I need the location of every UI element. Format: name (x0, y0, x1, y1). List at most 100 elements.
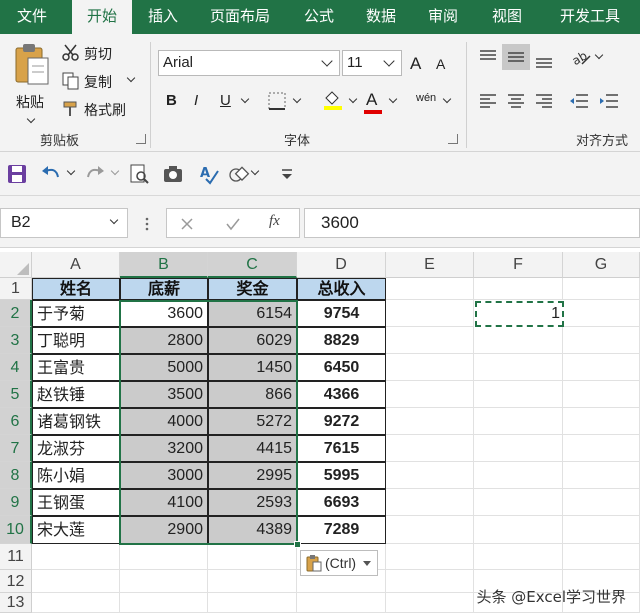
cell[interactable] (563, 435, 640, 462)
tab-insert[interactable]: 插入 (138, 0, 188, 34)
tab-file[interactable]: 文件 (0, 0, 64, 34)
column-header[interactable]: F (474, 252, 563, 278)
row-header[interactable]: 3 (0, 327, 32, 354)
table-header-cell[interactable]: 姓名 (32, 278, 120, 300)
formula-input[interactable]: 3600 (304, 208, 640, 238)
value-cell[interactable]: 1450 (208, 354, 297, 381)
row-header[interactable]: 2 (0, 300, 32, 327)
chevron-down-icon[interactable] (594, 50, 604, 60)
align-right-icon[interactable] (534, 92, 554, 110)
cell[interactable] (474, 354, 563, 381)
cell[interactable] (386, 489, 474, 516)
cell[interactable] (120, 570, 208, 593)
tab-data[interactable]: 数据 (356, 0, 406, 34)
value-cell[interactable]: 2995 (208, 462, 297, 489)
decrease-indent-icon[interactable] (568, 92, 590, 110)
worksheet-grid[interactable]: A B C D E F G 1 2 3 4 5 6 7 8 9 10 11 12 13 姓名 底薪 奖金 总收入… (0, 252, 640, 613)
insert-function-button[interactable]: fx (269, 213, 280, 230)
cell[interactable] (563, 327, 640, 354)
value-cell[interactable]: 3000 (120, 462, 208, 489)
name-cell[interactable]: 丁聪明 (32, 327, 120, 354)
copy-button[interactable]: 复制 (62, 70, 142, 92)
total-cell[interactable]: 8829 (297, 327, 386, 354)
border-icon[interactable] (268, 92, 286, 110)
cell[interactable] (32, 593, 120, 613)
customize-toolbar-icon[interactable] (280, 162, 294, 186)
decrease-font-button[interactable]: A (436, 56, 445, 72)
row-header[interactable]: 6 (0, 408, 32, 435)
value-cell[interactable]: 6154 (208, 300, 297, 327)
cell[interactable] (474, 462, 563, 489)
cell[interactable] (563, 462, 640, 489)
cell[interactable] (386, 300, 474, 327)
name-cell[interactable]: 王钢蛋 (32, 489, 120, 516)
cell[interactable] (386, 327, 474, 354)
total-cell[interactable]: 7615 (297, 435, 386, 462)
cell[interactable] (563, 354, 640, 381)
column-header[interactable]: A (32, 252, 120, 278)
align-center-icon[interactable] (506, 92, 526, 110)
increase-font-button[interactable]: A (410, 54, 421, 74)
name-cell[interactable]: 赵铁锤 (32, 381, 120, 408)
value-cell[interactable]: 6029 (208, 327, 297, 354)
cell[interactable] (563, 278, 640, 300)
chevron-down-icon[interactable] (348, 94, 358, 104)
name-cell[interactable]: 陈小娟 (32, 462, 120, 489)
row-header[interactable]: 13 (0, 593, 32, 613)
row-header[interactable]: 1 (0, 278, 32, 300)
value-cell[interactable]: 4415 (208, 435, 297, 462)
font-color-button[interactable]: A (366, 90, 377, 110)
name-cell[interactable]: 诸葛钢铁 (32, 408, 120, 435)
dialog-launcher-icon[interactable] (448, 134, 458, 144)
orientation-icon[interactable]: ab (570, 48, 592, 68)
cell[interactable] (474, 327, 563, 354)
table-header-cell[interactable]: 总收入 (297, 278, 386, 300)
cell[interactable] (563, 408, 640, 435)
cell[interactable] (474, 408, 563, 435)
total-cell[interactable]: 7289 (297, 516, 386, 544)
total-cell[interactable]: 9272 (297, 408, 386, 435)
row-header[interactable]: 10 (0, 516, 32, 544)
cell[interactable] (474, 278, 563, 300)
tab-formulas[interactable]: 公式 (294, 0, 344, 34)
cell[interactable] (386, 408, 474, 435)
value-cell[interactable]: 866 (208, 381, 297, 408)
cell[interactable] (386, 544, 474, 570)
cell[interactable] (386, 278, 474, 300)
cut-button[interactable]: 剪切 (62, 42, 132, 64)
row-header[interactable]: 4 (0, 354, 32, 381)
cell[interactable] (563, 544, 640, 570)
name-cell[interactable]: 王富贵 (32, 354, 120, 381)
cell[interactable] (386, 435, 474, 462)
cell[interactable] (474, 435, 563, 462)
fill-handle[interactable] (294, 541, 301, 548)
select-all-corner[interactable] (0, 252, 32, 278)
cancel-icon[interactable] (179, 216, 195, 232)
font-size-select[interactable]: 11 (342, 50, 402, 76)
align-top-icon[interactable] (478, 48, 498, 66)
total-cell[interactable]: 4366 (297, 381, 386, 408)
value-cell[interactable]: 3600 (120, 300, 208, 327)
chevron-down-icon[interactable] (110, 166, 120, 176)
column-header[interactable]: D (297, 252, 386, 278)
chevron-down-icon[interactable] (250, 166, 260, 176)
cell[interactable] (563, 489, 640, 516)
cell[interactable] (297, 593, 386, 613)
name-cell[interactable]: 龙淑芬 (32, 435, 120, 462)
chevron-down-icon[interactable] (292, 94, 302, 104)
copied-cell[interactable]: 1 (475, 301, 564, 327)
cell[interactable] (386, 354, 474, 381)
cell[interactable] (386, 570, 474, 593)
cell[interactable] (474, 516, 563, 544)
underline-button[interactable]: U (220, 92, 231, 109)
row-header[interactable]: 8 (0, 462, 32, 489)
chevron-down-icon[interactable] (66, 166, 76, 176)
row-header[interactable]: 11 (0, 544, 32, 570)
total-cell[interactable]: 9754 (297, 300, 386, 327)
value-cell[interactable]: 4000 (120, 408, 208, 435)
row-header[interactable]: 9 (0, 489, 32, 516)
column-header[interactable]: G (563, 252, 640, 278)
print-preview-icon[interactable] (128, 162, 150, 186)
undo-icon[interactable] (40, 162, 62, 186)
save-icon[interactable] (6, 162, 28, 186)
